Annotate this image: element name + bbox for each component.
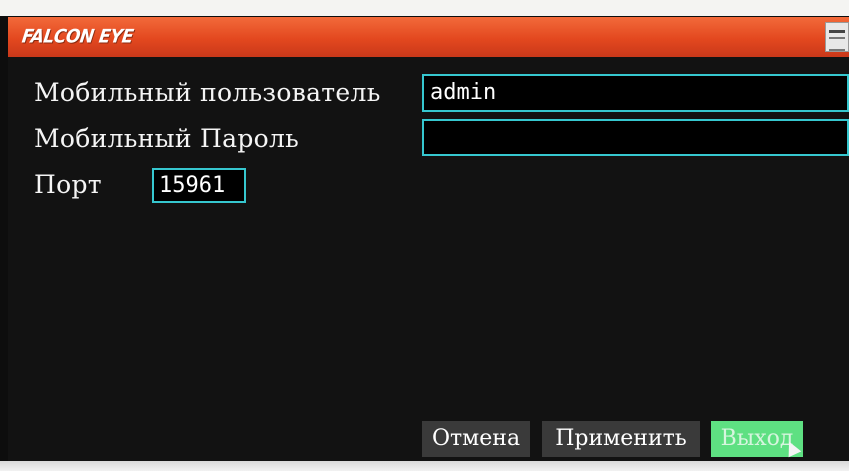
cancel-button[interactable]: Отмена xyxy=(422,421,530,457)
window-menu-icon[interactable] xyxy=(825,22,849,52)
screen-bottom-bezel xyxy=(0,461,849,471)
mobile-settings-panel xyxy=(8,57,849,461)
title-bar: FALCON EYE xyxy=(8,17,849,57)
mobile-user-input[interactable]: admin xyxy=(422,74,849,112)
dvr-screen: FALCON EYE Мобильный пользователь admin … xyxy=(0,0,849,471)
screen-top-bezel xyxy=(0,0,849,16)
brand-logo: FALCON EYE xyxy=(20,26,135,48)
port-label: Порт xyxy=(34,170,102,199)
mobile-password-label: Мобильный Пароль xyxy=(34,124,300,153)
apply-button[interactable]: Применить xyxy=(542,421,700,457)
port-input[interactable]: 15961 xyxy=(152,168,246,203)
mobile-password-input[interactable] xyxy=(422,119,849,156)
mobile-user-label: Мобильный пользователь xyxy=(34,78,381,107)
